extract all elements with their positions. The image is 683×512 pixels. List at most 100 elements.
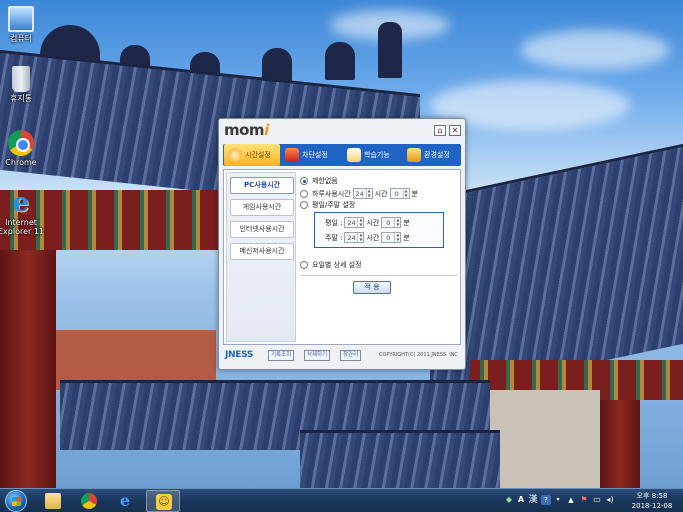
momi-icon: ☺ <box>156 494 172 510</box>
unit-label: 분 <box>403 233 410 242</box>
clock-date: 2018-12-08 <box>631 502 673 510</box>
help-icon[interactable]: ? <box>541 495 551 505</box>
chrome-icon <box>8 130 34 156</box>
roof-ornament <box>325 42 355 80</box>
volume-icon[interactable]: ◂) <box>605 495 615 505</box>
palace-pillar <box>0 250 56 488</box>
desktop-icon-recycle-bin[interactable]: 휴지통 <box>0 66 50 103</box>
clock-time: 8:58 <box>651 492 668 500</box>
desktop-icon-internet-explorer[interactable]: e Internet Explorer 11 <box>0 190 50 236</box>
title-bar[interactable]: momi ⌂ ✕ <box>219 119 465 141</box>
main-tabs: 시간설정 차단설정 학습기능 환경설정 <box>223 144 461 166</box>
radio-unlimited[interactable] <box>300 177 308 185</box>
apply-button[interactable]: 적 용 <box>353 281 391 294</box>
folder-icon <box>45 493 61 509</box>
ime-mode-hanja[interactable]: 漢 <box>528 495 538 505</box>
roof-ornament <box>262 48 292 82</box>
desktop-icon-chrome[interactable]: Chrome <box>0 130 50 167</box>
unit-label: 시간 <box>366 233 380 242</box>
window-manage-button[interactable]: 창관리 <box>340 350 362 361</box>
momi-window: momi ⌂ ✕ 시간설정 차단설정 학습기능 환경설정 PC사용시간 게임사용… <box>218 118 466 370</box>
recycle-bin-icon <box>12 66 30 92</box>
delete-button[interactable]: 삭제하기 <box>304 350 331 361</box>
roof-ornament <box>378 22 402 78</box>
stepper-value: 24 <box>355 189 364 198</box>
unit-label: 시간 <box>374 189 388 198</box>
momi-logo: momi <box>224 121 269 139</box>
settings-tab-icon <box>407 148 421 162</box>
start-button[interactable] <box>5 490 27 512</box>
sidebar-item-internet-time[interactable]: 인터넷사용시간 <box>230 221 294 238</box>
desktop-icon-label: Internet Explorer 11 <box>0 218 45 236</box>
network-status-icon[interactable]: ◆ <box>504 495 514 505</box>
palace-roof <box>300 430 500 488</box>
weekday-minutes-stepper[interactable]: 0 ▲ ▼ <box>381 217 402 228</box>
option-unlimited[interactable]: 제한없음 <box>300 176 338 186</box>
tab-preferences[interactable]: 환경설정 <box>407 144 461 166</box>
desktop-icon-label: 휴지통 <box>9 94 33 103</box>
tab-label: 시간설정 <box>245 151 271 159</box>
taskbar-momi[interactable]: ☺ <box>146 490 180 512</box>
clock-period: 오후 <box>636 492 650 500</box>
weekday-row: 평일 : 24 ▲ ▼ 시간 0 ▲ ▼ 분 <box>325 217 410 228</box>
clock[interactable]: 오후 8:58 2018-12-08 <box>624 491 680 511</box>
weekend-minutes-stepper[interactable]: 0 ▲ ▼ <box>381 232 402 243</box>
daily-minutes-stepper[interactable]: 0 ▲ ▼ <box>389 188 410 199</box>
chrome-icon <box>81 493 97 509</box>
taskbar-chrome[interactable] <box>72 490 106 512</box>
sidebar-item-pc-time[interactable]: PC사용시간 <box>230 177 294 194</box>
radio-per-day[interactable] <box>300 261 308 269</box>
daily-hours-stepper[interactable]: 24 ▲ ▼ <box>352 188 373 199</box>
radio-daily-limit[interactable] <box>300 189 308 198</box>
close-button[interactable]: ✕ <box>449 125 461 136</box>
weekend-row: 주말 : 24 ▲ ▼ 시간 0 ▲ ▼ 분 <box>325 232 410 243</box>
display-icon[interactable]: ▭ <box>592 495 602 505</box>
tab-time-settings[interactable]: 시간설정 <box>224 144 280 166</box>
tab-block-settings[interactable]: 차단설정 <box>285 144 341 166</box>
book-tab-icon <box>347 148 361 162</box>
tab-learning[interactable]: 학습기능 <box>347 144 403 166</box>
system-tray: ◆ A 漢 ? ▾ ▲ ⚑ ▭ ◂) <box>500 489 620 512</box>
weekend-label: 주말 : <box>325 233 343 242</box>
stepper-value: 0 <box>394 189 399 198</box>
time-settings-form: 제한없음 하루사용시간 24 ▲ ▼ 시간 0 ▲ ▼ 분 평일/주말 설정 평… <box>300 172 458 342</box>
option-daily-limit[interactable]: 하루사용시간 24 ▲ ▼ 시간 0 ▲ ▼ 분 <box>300 188 418 199</box>
view-log-button[interactable]: 기록조회 <box>268 350 295 361</box>
stepper-value: 24 <box>347 233 356 242</box>
ime-options-icon[interactable]: ▾ <box>553 495 563 505</box>
taskbar-internet-explorer[interactable]: e <box>108 490 142 512</box>
weekend-hours-stepper[interactable]: 24 ▲ ▼ <box>344 232 365 243</box>
option-per-day[interactable]: 요일별 상세 설정 <box>300 260 362 270</box>
sidebar-item-messenger-time[interactable]: 메신저사용시간 <box>230 243 294 260</box>
option-weekday-weekend[interactable]: 평일/주말 설정 <box>300 200 355 210</box>
option-label: 하루사용시간 <box>312 189 351 198</box>
sidebar: PC사용시간 게임사용시간 인터넷사용시간 메신저사용시간 <box>226 172 296 342</box>
radio-weekday-weekend[interactable] <box>300 201 308 209</box>
stepper-arrows-icon[interactable]: ▲ ▼ <box>394 232 401 242</box>
stepper-arrows-icon[interactable]: ▲ ▼ <box>357 232 364 242</box>
block-tab-icon <box>285 148 299 162</box>
stepper-arrows-icon[interactable]: ▲ ▼ <box>394 217 401 227</box>
desktop-icon-label: Chrome <box>5 158 37 167</box>
internet-explorer-icon: e <box>12 188 30 218</box>
tab-label: 차단설정 <box>302 151 328 159</box>
taskbar-explorer[interactable] <box>36 490 70 512</box>
taskbar: e ☺ ◆ A 漢 ? ▾ ▲ ⚑ ▭ ◂) 오후 8:58 2018-12-0… <box>0 488 683 512</box>
unit-label: 분 <box>403 218 410 227</box>
stepper-arrows-icon[interactable]: ▲ ▼ <box>402 188 409 198</box>
desktop-icon-computer[interactable]: 컴퓨터 <box>0 6 50 43</box>
show-hidden-icons-icon[interactable]: ▲ <box>566 495 576 505</box>
tab-label: 환경설정 <box>424 151 450 159</box>
notification-flag-icon[interactable]: ⚑ <box>579 495 589 505</box>
weekday-hours-stepper[interactable]: 24 ▲ ▼ <box>344 217 365 228</box>
stepper-arrows-icon[interactable]: ▲ ▼ <box>365 188 372 198</box>
option-label: 요일별 상세 설정 <box>312 261 362 269</box>
jness-logo: JNESS <box>225 350 254 360</box>
content-panel: PC사용시간 게임사용시간 인터넷사용시간 메신저사용시간 제한없음 하루사용시… <box>223 169 461 345</box>
home-button[interactable]: ⌂ <box>434 125 446 136</box>
ime-mode-a[interactable]: A <box>516 495 526 505</box>
tab-label: 학습기능 <box>364 151 390 159</box>
stepper-arrows-icon[interactable]: ▲ ▼ <box>357 217 364 227</box>
sidebar-item-game-time[interactable]: 게임사용시간 <box>230 199 294 216</box>
palace-pillar <box>600 400 640 488</box>
